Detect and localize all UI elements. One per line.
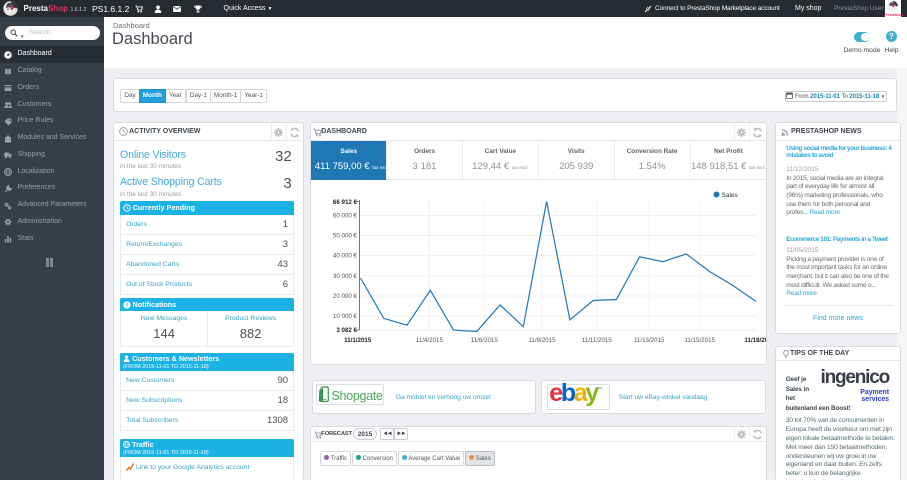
svg-text:30 000 €: 30 000 €	[333, 273, 358, 280]
svg-text:11/8/2015: 11/8/2015	[529, 337, 557, 344]
svg-text:11/15/2015: 11/15/2015	[685, 337, 716, 344]
svg-text:11/4/2015: 11/4/2015	[416, 337, 444, 344]
svg-text:11/11/2015: 11/11/2015	[582, 337, 613, 344]
svg-text:11/18/201: 11/18/201	[745, 337, 767, 344]
svg-text:3 082 €: 3 082 €	[337, 327, 358, 334]
svg-text:11/6/2015: 11/6/2015	[471, 337, 499, 344]
svg-text:50 000 €: 50 000 €	[333, 233, 358, 240]
svg-text:60 000 €: 60 000 €	[333, 213, 358, 220]
svg-text:Sales: Sales	[722, 192, 739, 199]
svg-text:11/1/2015: 11/1/2015	[344, 337, 372, 344]
svg-text:20 000 €: 20 000 €	[333, 293, 358, 300]
svg-text:40 000 €: 40 000 €	[333, 253, 358, 260]
svg-text:11/13/2015: 11/13/2015	[634, 337, 665, 344]
svg-text:66 912 €: 66 912 €	[333, 199, 358, 206]
svg-text:10 000 €: 10 000 €	[333, 313, 358, 320]
